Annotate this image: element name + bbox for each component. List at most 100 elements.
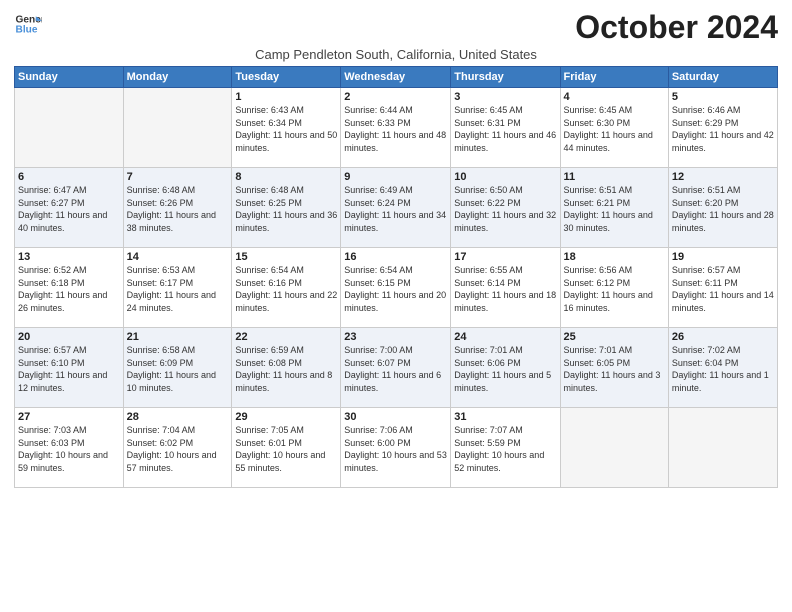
day-number: 14 xyxy=(127,251,229,263)
day-number: 5 xyxy=(672,91,774,103)
calendar-cell: 12Sunrise: 6:51 AM Sunset: 6:20 PM Dayli… xyxy=(668,168,777,248)
day-info: Sunrise: 6:46 AM Sunset: 6:29 PM Dayligh… xyxy=(672,104,774,154)
day-number: 21 xyxy=(127,331,229,343)
calendar-cell: 29Sunrise: 7:05 AM Sunset: 6:01 PM Dayli… xyxy=(232,408,341,488)
day-number: 6 xyxy=(18,171,120,183)
day-info: Sunrise: 6:55 AM Sunset: 6:14 PM Dayligh… xyxy=(454,264,556,314)
day-info: Sunrise: 6:54 AM Sunset: 6:16 PM Dayligh… xyxy=(235,264,337,314)
calendar-cell: 27Sunrise: 7:03 AM Sunset: 6:03 PM Dayli… xyxy=(15,408,124,488)
day-number: 15 xyxy=(235,251,337,263)
weekday-header-row: SundayMondayTuesdayWednesdayThursdayFrid… xyxy=(15,67,778,88)
day-number: 27 xyxy=(18,411,120,423)
calendar-cell: 15Sunrise: 6:54 AM Sunset: 6:16 PM Dayli… xyxy=(232,248,341,328)
header: General Blue October 2024 xyxy=(14,10,778,45)
day-number: 1 xyxy=(235,91,337,103)
day-info: Sunrise: 6:57 AM Sunset: 6:10 PM Dayligh… xyxy=(18,344,120,394)
calendar-cell: 1Sunrise: 6:43 AM Sunset: 6:34 PM Daylig… xyxy=(232,88,341,168)
day-number: 9 xyxy=(344,171,447,183)
day-number: 11 xyxy=(564,171,665,183)
calendar-cell: 28Sunrise: 7:04 AM Sunset: 6:02 PM Dayli… xyxy=(123,408,232,488)
calendar-cell xyxy=(15,88,124,168)
weekday-header-monday: Monday xyxy=(123,67,232,88)
day-number: 12 xyxy=(672,171,774,183)
calendar-cell xyxy=(668,408,777,488)
day-number: 30 xyxy=(344,411,447,423)
weekday-header-thursday: Thursday xyxy=(451,67,560,88)
logo-icon: General Blue xyxy=(14,10,42,38)
calendar-cell: 21Sunrise: 6:58 AM Sunset: 6:09 PM Dayli… xyxy=(123,328,232,408)
day-number: 18 xyxy=(564,251,665,263)
calendar-cell: 24Sunrise: 7:01 AM Sunset: 6:06 PM Dayli… xyxy=(451,328,560,408)
calendar-cell: 13Sunrise: 6:52 AM Sunset: 6:18 PM Dayli… xyxy=(15,248,124,328)
calendar-cell: 26Sunrise: 7:02 AM Sunset: 6:04 PM Dayli… xyxy=(668,328,777,408)
calendar-cell: 7Sunrise: 6:48 AM Sunset: 6:26 PM Daylig… xyxy=(123,168,232,248)
day-info: Sunrise: 6:49 AM Sunset: 6:24 PM Dayligh… xyxy=(344,184,447,234)
day-info: Sunrise: 7:00 AM Sunset: 6:07 PM Dayligh… xyxy=(344,344,447,394)
calendar-cell: 30Sunrise: 7:06 AM Sunset: 6:00 PM Dayli… xyxy=(341,408,451,488)
day-number: 24 xyxy=(454,331,556,343)
svg-text:Blue: Blue xyxy=(16,25,38,36)
day-info: Sunrise: 7:02 AM Sunset: 6:04 PM Dayligh… xyxy=(672,344,774,394)
day-info: Sunrise: 6:51 AM Sunset: 6:21 PM Dayligh… xyxy=(564,184,665,234)
calendar-cell xyxy=(560,408,668,488)
calendar-cell: 25Sunrise: 7:01 AM Sunset: 6:05 PM Dayli… xyxy=(560,328,668,408)
calendar-table: SundayMondayTuesdayWednesdayThursdayFrid… xyxy=(14,66,778,488)
calendar-cell: 8Sunrise: 6:48 AM Sunset: 6:25 PM Daylig… xyxy=(232,168,341,248)
day-info: Sunrise: 6:50 AM Sunset: 6:22 PM Dayligh… xyxy=(454,184,556,234)
day-info: Sunrise: 7:01 AM Sunset: 6:06 PM Dayligh… xyxy=(454,344,556,394)
day-info: Sunrise: 6:53 AM Sunset: 6:17 PM Dayligh… xyxy=(127,264,229,314)
weekday-header-friday: Friday xyxy=(560,67,668,88)
calendar-cell: 31Sunrise: 7:07 AM Sunset: 5:59 PM Dayli… xyxy=(451,408,560,488)
day-info: Sunrise: 7:07 AM Sunset: 5:59 PM Dayligh… xyxy=(454,424,556,474)
day-number: 19 xyxy=(672,251,774,263)
calendar-cell: 6Sunrise: 6:47 AM Sunset: 6:27 PM Daylig… xyxy=(15,168,124,248)
week-row-2: 6Sunrise: 6:47 AM Sunset: 6:27 PM Daylig… xyxy=(15,168,778,248)
day-number: 4 xyxy=(564,91,665,103)
day-info: Sunrise: 6:54 AM Sunset: 6:15 PM Dayligh… xyxy=(344,264,447,314)
day-info: Sunrise: 7:01 AM Sunset: 6:05 PM Dayligh… xyxy=(564,344,665,394)
calendar-cell: 14Sunrise: 6:53 AM Sunset: 6:17 PM Dayli… xyxy=(123,248,232,328)
title-block: October 2024 xyxy=(575,10,778,45)
day-info: Sunrise: 6:43 AM Sunset: 6:34 PM Dayligh… xyxy=(235,104,337,154)
week-row-5: 27Sunrise: 7:03 AM Sunset: 6:03 PM Dayli… xyxy=(15,408,778,488)
calendar-cell: 17Sunrise: 6:55 AM Sunset: 6:14 PM Dayli… xyxy=(451,248,560,328)
day-number: 23 xyxy=(344,331,447,343)
day-info: Sunrise: 6:45 AM Sunset: 6:31 PM Dayligh… xyxy=(454,104,556,154)
calendar-cell: 18Sunrise: 6:56 AM Sunset: 6:12 PM Dayli… xyxy=(560,248,668,328)
day-info: Sunrise: 7:06 AM Sunset: 6:00 PM Dayligh… xyxy=(344,424,447,474)
calendar-cell: 10Sunrise: 6:50 AM Sunset: 6:22 PM Dayli… xyxy=(451,168,560,248)
day-number: 17 xyxy=(454,251,556,263)
day-number: 20 xyxy=(18,331,120,343)
day-number: 25 xyxy=(564,331,665,343)
week-row-3: 13Sunrise: 6:52 AM Sunset: 6:18 PM Dayli… xyxy=(15,248,778,328)
day-info: Sunrise: 6:45 AM Sunset: 6:30 PM Dayligh… xyxy=(564,104,665,154)
day-number: 2 xyxy=(344,91,447,103)
day-info: Sunrise: 7:04 AM Sunset: 6:02 PM Dayligh… xyxy=(127,424,229,474)
logo: General Blue xyxy=(14,10,42,38)
calendar-cell: 19Sunrise: 6:57 AM Sunset: 6:11 PM Dayli… xyxy=(668,248,777,328)
day-info: Sunrise: 7:05 AM Sunset: 6:01 PM Dayligh… xyxy=(235,424,337,474)
calendar-cell: 4Sunrise: 6:45 AM Sunset: 6:30 PM Daylig… xyxy=(560,88,668,168)
day-number: 8 xyxy=(235,171,337,183)
day-info: Sunrise: 6:47 AM Sunset: 6:27 PM Dayligh… xyxy=(18,184,120,234)
day-info: Sunrise: 6:48 AM Sunset: 6:26 PM Dayligh… xyxy=(127,184,229,234)
week-row-1: 1Sunrise: 6:43 AM Sunset: 6:34 PM Daylig… xyxy=(15,88,778,168)
day-number: 13 xyxy=(18,251,120,263)
weekday-header-wednesday: Wednesday xyxy=(341,67,451,88)
day-number: 7 xyxy=(127,171,229,183)
day-info: Sunrise: 6:51 AM Sunset: 6:20 PM Dayligh… xyxy=(672,184,774,234)
weekday-header-tuesday: Tuesday xyxy=(232,67,341,88)
day-info: Sunrise: 6:57 AM Sunset: 6:11 PM Dayligh… xyxy=(672,264,774,314)
day-number: 16 xyxy=(344,251,447,263)
calendar-cell: 9Sunrise: 6:49 AM Sunset: 6:24 PM Daylig… xyxy=(341,168,451,248)
week-row-4: 20Sunrise: 6:57 AM Sunset: 6:10 PM Dayli… xyxy=(15,328,778,408)
day-number: 10 xyxy=(454,171,556,183)
weekday-header-sunday: Sunday xyxy=(15,67,124,88)
calendar-cell xyxy=(123,88,232,168)
day-info: Sunrise: 6:44 AM Sunset: 6:33 PM Dayligh… xyxy=(344,104,447,154)
day-info: Sunrise: 6:56 AM Sunset: 6:12 PM Dayligh… xyxy=(564,264,665,314)
day-number: 29 xyxy=(235,411,337,423)
calendar-cell: 5Sunrise: 6:46 AM Sunset: 6:29 PM Daylig… xyxy=(668,88,777,168)
calendar-cell: 2Sunrise: 6:44 AM Sunset: 6:33 PM Daylig… xyxy=(341,88,451,168)
day-number: 22 xyxy=(235,331,337,343)
